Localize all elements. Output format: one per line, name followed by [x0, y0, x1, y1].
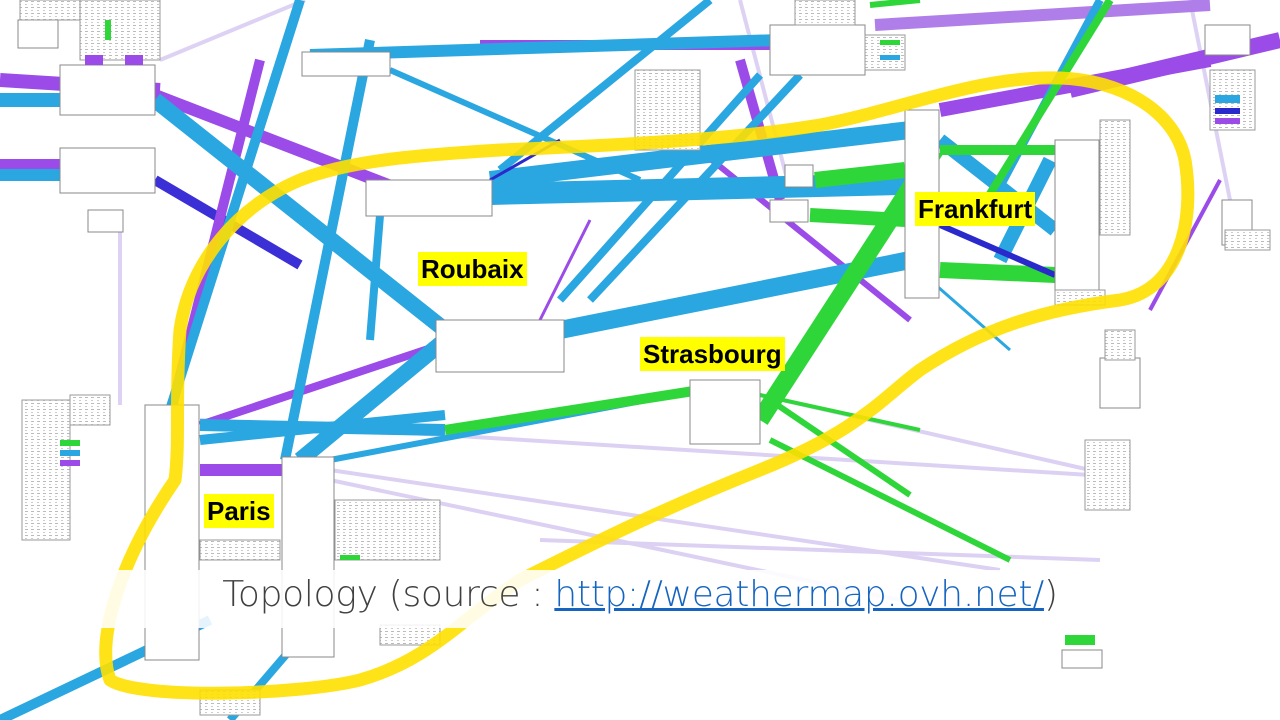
city-label-paris: Paris: [204, 494, 274, 528]
city-label-roubaix: Roubaix: [418, 252, 527, 286]
city-label-frankfurt: Frankfurt: [915, 192, 1036, 226]
caption: Topology (source : http://weathermap.ovh…: [0, 574, 1280, 615]
city-label-strasbourg: Strasbourg: [640, 337, 785, 371]
caption-prefix: Topology (source :: [222, 574, 555, 615]
source-link[interactable]: http://weathermap.ovh.net/: [554, 574, 1044, 615]
caption-suffix: ): [1043, 574, 1058, 615]
